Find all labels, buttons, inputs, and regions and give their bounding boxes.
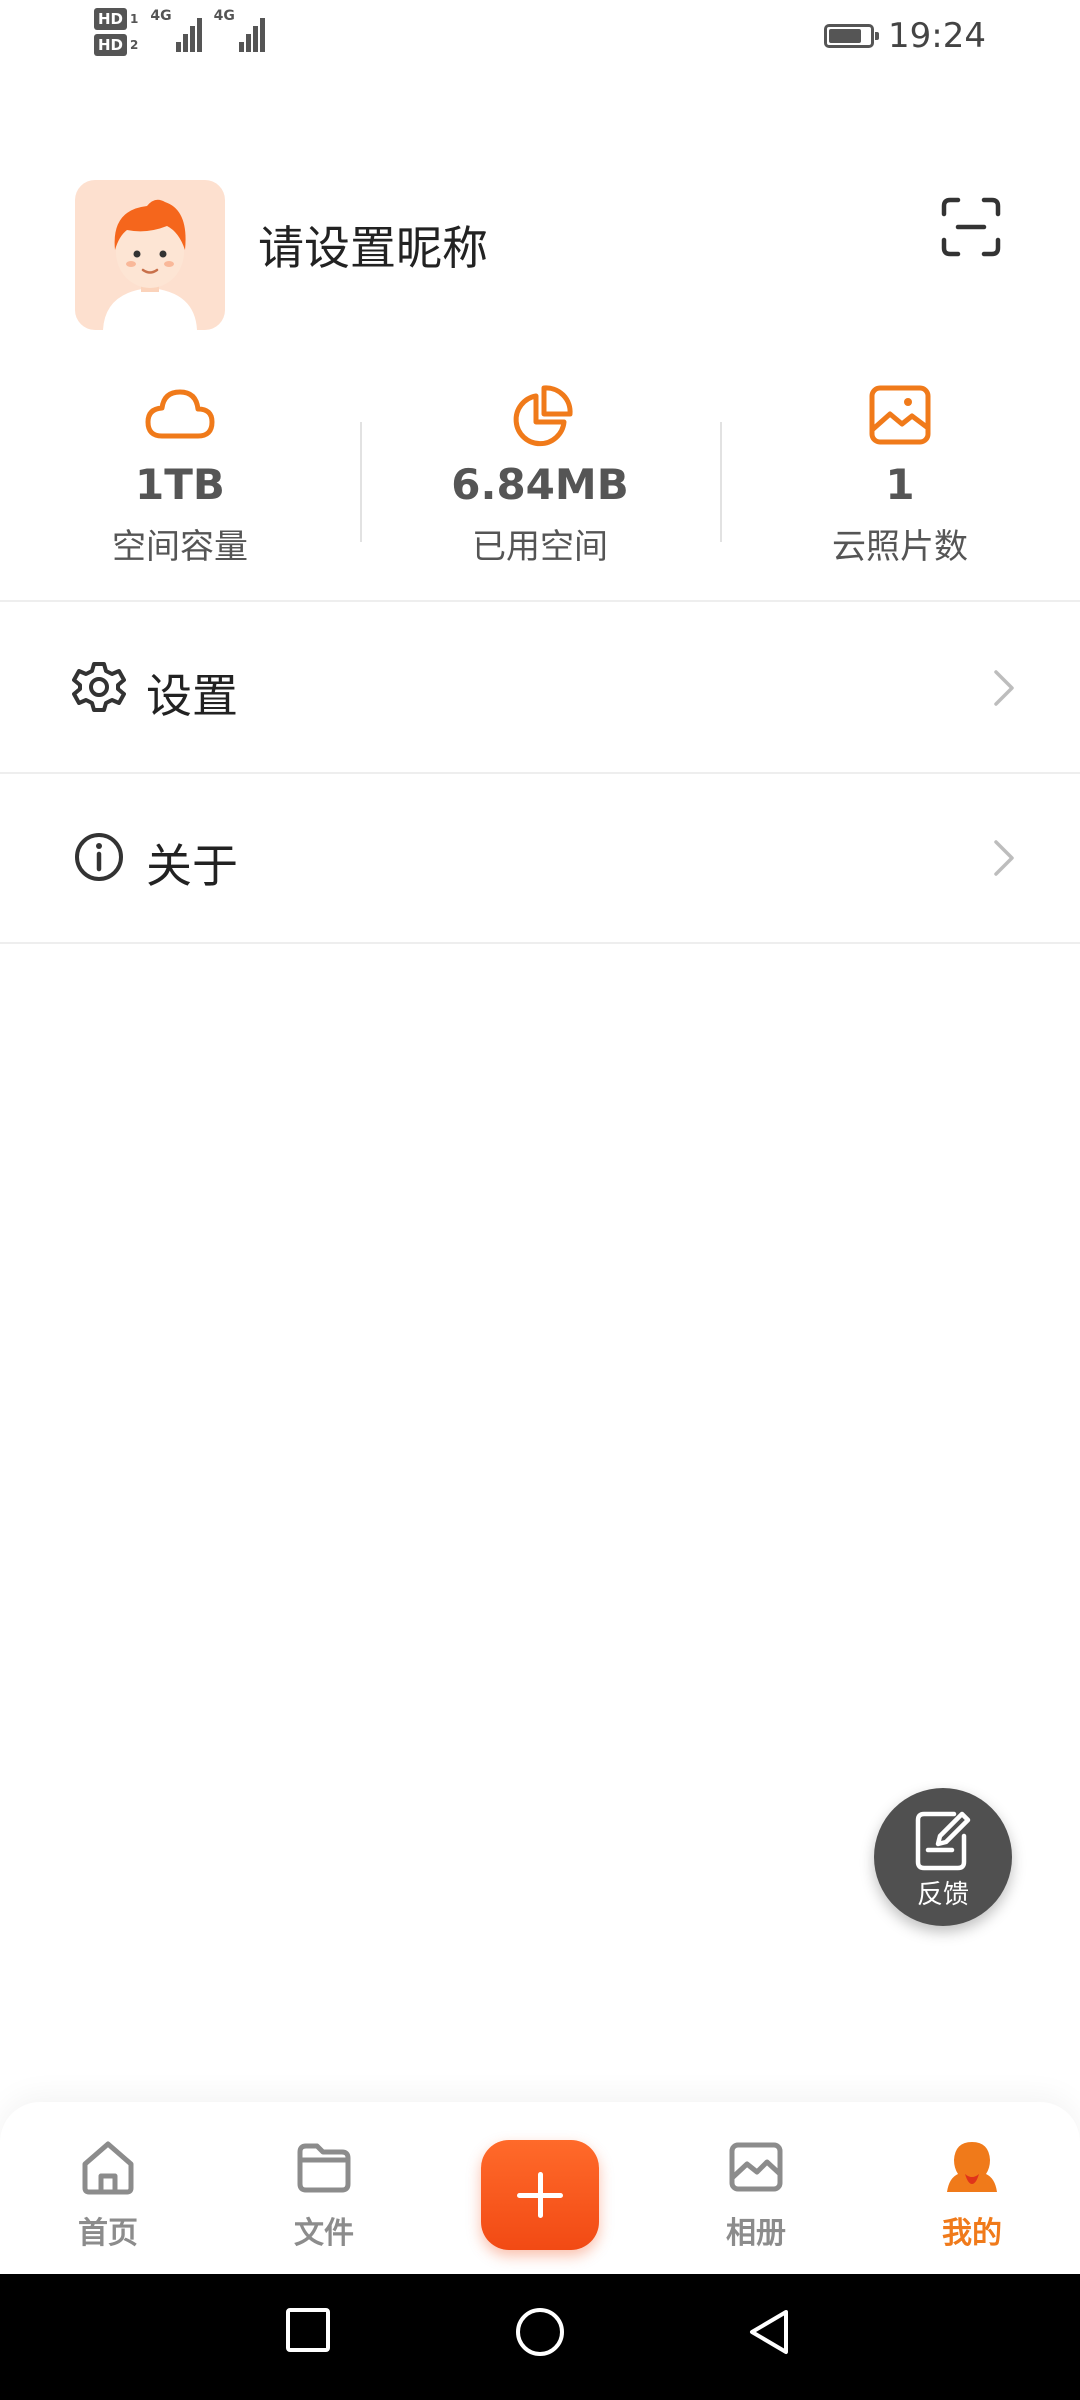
stat-value: 6.84MB [451, 460, 629, 509]
hd-badges: HD 1 HD 2 [94, 8, 138, 56]
stat-value: 1 [885, 460, 915, 509]
stat-used: 6.84MB 已用空间 [360, 380, 720, 600]
system-nav-bar [0, 2274, 1080, 2400]
avatar[interactable] [75, 180, 225, 330]
cloud-icon [145, 389, 215, 439]
signal-icon: 4G [150, 8, 202, 52]
home-nav-icon[interactable] [514, 2306, 566, 2358]
stat-label: 云照片数 [832, 527, 968, 567]
menu-item-about[interactable]: 关于 [0, 774, 1080, 942]
hd-label: HD [94, 34, 128, 56]
divider [0, 942, 1080, 944]
scan-icon [941, 197, 1001, 257]
hd-badge-2: HD 2 [94, 34, 138, 56]
hd-badge-1: HD 1 [94, 8, 138, 30]
status-left: HD 1 HD 2 4G 4G [94, 8, 265, 56]
image-icon [869, 385, 931, 445]
status-bar: HD 1 HD 2 4G 4G 19:24 [0, 0, 1080, 80]
tab-home[interactable]: 首页 [38, 2138, 178, 2252]
feedback-icon [915, 1811, 971, 1871]
back-icon[interactable] [744, 2306, 794, 2358]
tab-label: 文件 [294, 2216, 354, 2251]
signal-icon: 4G [214, 8, 265, 52]
menu-label: 关于 [146, 839, 238, 893]
stat-label: 已用空间 [472, 527, 608, 567]
gear-icon [72, 662, 126, 712]
tab-album[interactable]: 相册 [686, 2138, 826, 2252]
status-right: 19:24 [824, 16, 986, 56]
folder-icon [297, 2143, 351, 2193]
album-icon [729, 2142, 783, 2192]
battery-level [829, 29, 862, 43]
menu-item-settings[interactable]: 设置 [0, 604, 1080, 772]
tab-label: 相册 [726, 2216, 786, 2251]
tab-label: 我的 [942, 2216, 1002, 2251]
user-icon [947, 2142, 997, 2192]
feedback-label: 反馈 [916, 1880, 969, 1910]
sim-number: 1 [130, 12, 139, 26]
cartoon-avatar-icon [103, 199, 197, 330]
stat-value: 1TB [135, 460, 225, 509]
home-icon [82, 2141, 134, 2195]
bottom-tab-bar: 首页 文件 相册 我的 [0, 2102, 1080, 2274]
tab-label: 首页 [78, 2216, 138, 2251]
sim-number: 2 [130, 38, 139, 52]
status-time: 19:24 [888, 16, 986, 56]
stat-capacity: 1TB 空间容量 [0, 380, 360, 600]
recents-icon[interactable] [284, 2306, 332, 2354]
battery-icon [824, 24, 880, 48]
divider [0, 600, 1080, 602]
add-button[interactable] [481, 2140, 599, 2250]
stat-photos: 1 云照片数 [720, 380, 1080, 600]
chevron-right-icon [994, 840, 1014, 876]
feedback-button[interactable]: 反馈 [874, 1788, 1012, 1926]
menu-label: 设置 [146, 669, 238, 723]
chevron-right-icon [994, 670, 1014, 706]
stat-label: 空间容量 [112, 527, 248, 567]
scan-button[interactable] [940, 196, 1002, 258]
info-icon [75, 833, 123, 881]
storage-stats: 1TB 空间容量 6.84MB 已用空间 1 云照片数 [0, 380, 1080, 600]
pie-chart-icon [513, 385, 573, 447]
nickname[interactable]: 请设置昵称 [258, 212, 488, 278]
network-type: 4G [213, 8, 235, 24]
hd-label: HD [94, 8, 128, 30]
network-type: 4G [150, 8, 172, 24]
tab-mine[interactable]: 我的 [902, 2138, 1042, 2252]
tab-files[interactable]: 文件 [254, 2138, 394, 2252]
